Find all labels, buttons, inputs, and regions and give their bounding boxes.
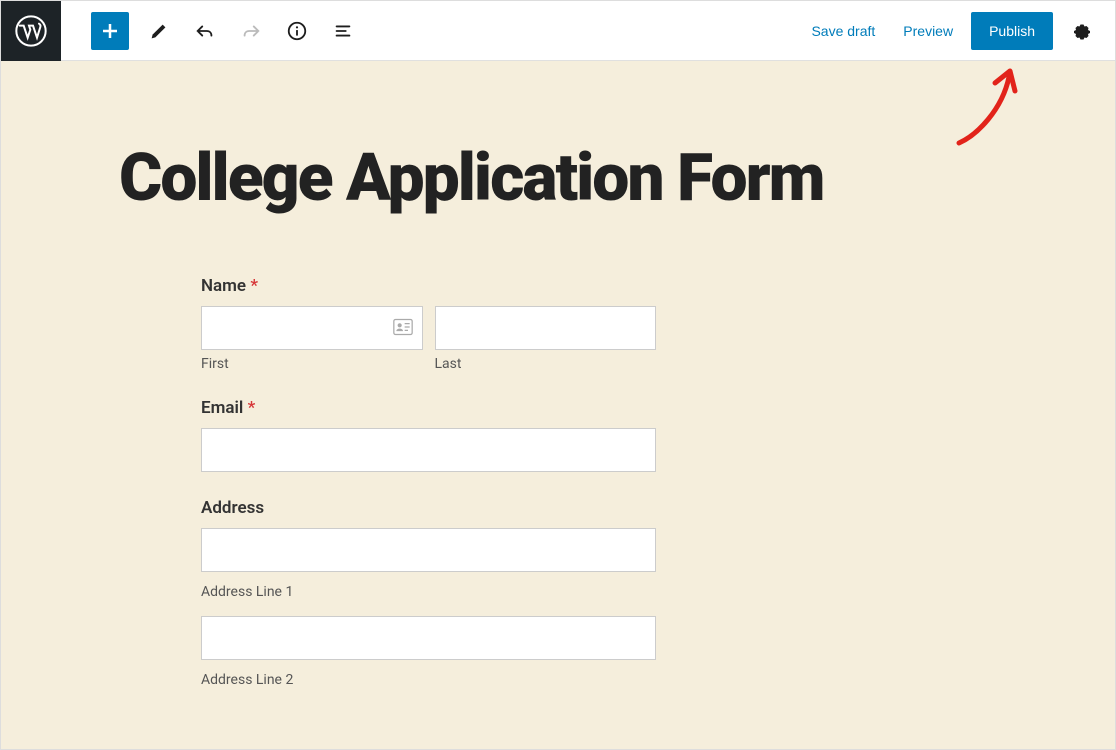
name-label-text: Name — [201, 276, 246, 296]
name-label: Name * — [201, 276, 656, 296]
save-draft-button[interactable]: Save draft — [797, 15, 889, 47]
info-button[interactable] — [275, 9, 319, 53]
first-name-input[interactable] — [201, 306, 423, 350]
address-line1-input[interactable] — [201, 528, 656, 572]
email-label: Email * — [201, 398, 656, 418]
first-name-sublabel: First — [201, 356, 423, 372]
plus-icon — [98, 19, 122, 43]
edit-tool-button[interactable] — [137, 9, 181, 53]
address-line2-input[interactable] — [201, 616, 656, 660]
outline-button[interactable] — [321, 9, 365, 53]
info-icon — [286, 20, 308, 42]
address-field-group: Address Address Line 1 Address Line 2 — [201, 498, 656, 688]
undo-icon — [194, 20, 216, 42]
address-label: Address — [201, 498, 656, 518]
email-field-group: Email * — [201, 398, 656, 472]
wordpress-logo[interactable] — [1, 1, 61, 61]
email-input[interactable] — [201, 428, 656, 472]
last-name-input[interactable] — [435, 306, 657, 350]
name-field-group: Name * First — [201, 276, 656, 372]
form-block: Name * First — [201, 276, 656, 688]
add-block-button[interactable] — [91, 12, 129, 50]
gear-icon — [1069, 19, 1093, 43]
last-name-sublabel: Last — [435, 356, 657, 372]
redo-icon — [240, 20, 262, 42]
required-mark: * — [250, 276, 258, 296]
address-line2-sublabel: Address Line 2 — [201, 672, 656, 688]
page-title[interactable]: College Application Form — [1, 61, 1115, 216]
email-label-text: Email — [201, 398, 243, 418]
publish-button[interactable]: Publish — [971, 12, 1053, 50]
wordpress-icon — [15, 15, 47, 47]
undo-button[interactable] — [183, 9, 227, 53]
pencil-icon — [148, 20, 170, 42]
address-line1-sublabel: Address Line 1 — [201, 584, 656, 600]
editor-canvas: College Application Form Name * — [1, 61, 1115, 749]
settings-button[interactable] — [1059, 9, 1103, 53]
required-mark: * — [248, 398, 256, 418]
preview-button[interactable]: Preview — [889, 15, 967, 47]
list-icon — [332, 20, 354, 42]
id-card-icon — [393, 318, 413, 340]
editor-toolbar: Save draft Preview Publish — [1, 1, 1115, 61]
redo-button[interactable] — [229, 9, 273, 53]
